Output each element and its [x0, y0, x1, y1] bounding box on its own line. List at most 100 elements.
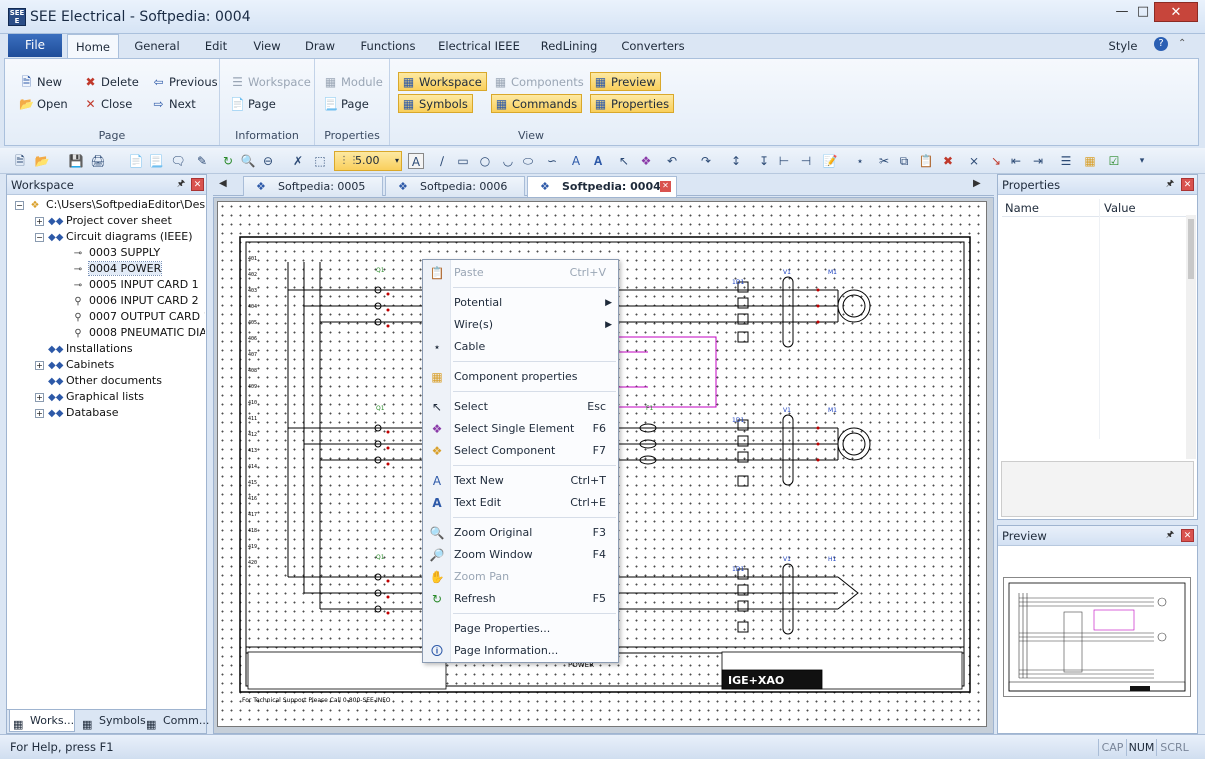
scroll-tabs-left-icon[interactable]: ◀ [219, 178, 227, 189]
note-icon[interactable]: 📝 [822, 153, 838, 169]
menu-item-select-single-element[interactable]: ❖ Select Single Element F6 [423, 418, 618, 440]
cross-wire-icon[interactable]: ⨯ [966, 153, 982, 169]
menu-item-potential[interactable]: Potential ▶ [423, 292, 618, 314]
wire-icon[interactable]: ↧ [756, 153, 772, 169]
view-properties-toggle[interactable]: ▦ Properties [590, 94, 675, 113]
view-workspace-toggle[interactable]: ▦ Workspace [398, 72, 487, 91]
menu-item-page-information[interactable]: 🛈 Page Information... [423, 640, 618, 662]
tree-item-installations[interactable]: ◆◆ Installations [15, 341, 205, 357]
doc-tab-0006[interactable]: ❖ Softpedia: 0006 [385, 176, 525, 196]
scroll-tabs-right-icon[interactable]: ▶ [973, 178, 981, 189]
tab-workspace[interactable]: ▦ Works... [9, 710, 75, 732]
tab-edit[interactable]: Edit [196, 34, 236, 58]
tree-item-database[interactable]: + ◆◆ Database [15, 405, 205, 421]
tab-file[interactable]: File [8, 34, 62, 57]
view-components-toggle[interactable]: ▦ Components [491, 73, 584, 92]
tab-home[interactable]: Home [67, 34, 119, 58]
tab-general[interactable]: General [126, 34, 188, 58]
maximize-button[interactable]: □ [1133, 2, 1153, 22]
help-icon[interactable]: ? [1154, 37, 1168, 51]
tree-root[interactable]: − ❖ C:\Users\SoftpediaEditor\Desktc [15, 197, 205, 213]
ribbon-collapse-icon[interactable]: ⌃ [1178, 38, 1186, 49]
tree-item-page-0005[interactable]: ⊸ 0005 INPUT CARD 1 [15, 277, 205, 293]
menu-item-text-edit[interactable]: A Text Edit Ctrl+E [423, 492, 618, 514]
expand-icon[interactable]: + [35, 392, 44, 402]
close-panel-icon[interactable]: ✕ [1181, 529, 1194, 542]
doc-tab-0005[interactable]: ❖ Softpedia: 0005 [243, 176, 383, 196]
tree-item-cabinets[interactable]: + ◆◆ Cabinets [15, 357, 205, 373]
line-icon[interactable]: ∕ [434, 153, 450, 169]
expand-icon[interactable]: + [35, 216, 44, 226]
arc-icon[interactable]: ◡ [500, 153, 516, 169]
collapse-icon[interactable]: − [15, 200, 24, 210]
expand-icon[interactable]: + [35, 408, 44, 418]
redo-icon[interactable]: ↷ [698, 153, 714, 169]
report-icon[interactable]: ▦ [1082, 153, 1098, 169]
align-right-icon[interactable]: ⇥ [1030, 153, 1046, 169]
tree-item-page-0007[interactable]: ⚲ 0007 OUTPUT CARD 1 [15, 309, 205, 325]
pin-icon[interactable]: 🖈 [1164, 529, 1176, 541]
edit-icon[interactable]: ✎ [194, 153, 210, 169]
zoom-level-field[interactable]: ⋮⋮ 5.00 ▾ [334, 151, 402, 171]
tab-converters[interactable]: Converters [616, 34, 690, 58]
close-button[interactable]: ✕ Close [81, 95, 132, 114]
page-properties-button[interactable]: 📃 Page [321, 95, 369, 114]
menu-item-zoom-original[interactable]: 🔍 Zoom Original F3 [423, 522, 618, 544]
menu-item-paste[interactable]: 📋 Paste Ctrl+V [423, 262, 618, 284]
view-symbols-toggle[interactable]: ▦ Symbols [398, 94, 473, 113]
cut-page-icon[interactable]: 📄 [128, 153, 144, 169]
info-page-button[interactable]: 📄 Page [228, 95, 276, 114]
tab-view[interactable]: View [246, 34, 288, 58]
menu-item-select[interactable]: ↖ Select Esc [423, 396, 618, 418]
align-left-icon[interactable]: ⇤ [1008, 153, 1024, 169]
cable-icon[interactable]: ⋆ [852, 153, 868, 169]
vertical-line-icon[interactable]: ↕ [728, 153, 744, 169]
menu-item-page-properties[interactable]: Page Properties... [423, 618, 618, 640]
zoom-icon[interactable]: 🔍 [240, 153, 256, 169]
branch-icon[interactable]: ⊣ [798, 153, 814, 169]
properties-scrollbar[interactable] [1186, 215, 1196, 459]
menu-item-zoom-window[interactable]: 🔎 Zoom Window F4 [423, 544, 618, 566]
rectangle-icon[interactable]: ▭ [455, 153, 471, 169]
close-window-button[interactable]: ✕ [1154, 2, 1198, 22]
refresh-icon[interactable]: ↻ [220, 153, 236, 169]
select-single-icon[interactable]: ❖ [638, 153, 654, 169]
delete-button[interactable]: ✖ Delete [81, 73, 138, 92]
style-menu[interactable]: Style ▾ [1104, 34, 1142, 77]
view-preview-toggle[interactable]: ▦ Preview [590, 72, 661, 91]
open-icon[interactable]: 📂 [34, 153, 50, 169]
page-icon[interactable]: 📃 [148, 153, 164, 169]
tab-commands[interactable]: ▦ Comm... [143, 710, 209, 732]
menu-item-cable[interactable]: ⋆ Cable [423, 336, 618, 358]
tree-item-circuit-diagrams[interactable]: − ◆◆ Circuit diagrams (IEEE) [15, 229, 205, 245]
menu-item-refresh[interactable]: ↻ Refresh F5 [423, 588, 618, 610]
new-icon[interactable]: 🗎 [12, 153, 28, 169]
new-button[interactable]: 🗎 New [17, 73, 62, 92]
page-preview-thumbnail[interactable] [1003, 577, 1191, 697]
paste-icon[interactable]: 📋 [918, 153, 934, 169]
polyline-icon[interactable]: ∽ [544, 153, 560, 169]
menu-item-select-component[interactable]: ❖ Select Component F7 [423, 440, 618, 462]
open-button[interactable]: 📂 Open [17, 95, 68, 114]
tree-item-page-0003[interactable]: ⊸ 0003 SUPPLY [15, 245, 205, 261]
menu-item-text-new[interactable]: A Text New Ctrl+T [423, 470, 618, 492]
list-icon[interactable]: ☰ [1058, 153, 1074, 169]
tree-item-page-0008[interactable]: ⚲ 0008 PNEUMATIC DIAG [15, 325, 205, 341]
pin-icon[interactable]: 🖈 [1164, 178, 1176, 190]
tree-item-other-documents[interactable]: ◆◆ Other documents [15, 373, 205, 389]
select-arrow-icon[interactable]: ↖ [616, 153, 632, 169]
print-icon[interactable]: 🖨 [90, 153, 106, 169]
check-list-icon[interactable]: ☑ [1106, 153, 1122, 169]
menu-item-component-properties[interactable]: ▦ Component properties [423, 366, 618, 388]
close-panel-icon[interactable]: ✕ [191, 178, 204, 191]
tab-redlining[interactable]: RedLining [534, 34, 604, 58]
info-workspace-button[interactable]: ☰ Workspace [228, 73, 311, 92]
tree-item-graphical-lists[interactable]: + ◆◆ Graphical lists [15, 389, 205, 405]
copy-icon[interactable]: ⧉ [896, 153, 912, 169]
delete-icon-toolbar[interactable]: ✖ [940, 153, 956, 169]
comment-icon[interactable]: 🗨 [170, 153, 186, 169]
save-icon[interactable]: 💾 [68, 153, 84, 169]
select-window-icon[interactable]: ⬚ [312, 153, 328, 169]
ellipse-icon[interactable]: ⬭ [520, 153, 536, 169]
tree-item-page-0006[interactable]: ⚲ 0006 INPUT CARD 2 [15, 293, 205, 309]
